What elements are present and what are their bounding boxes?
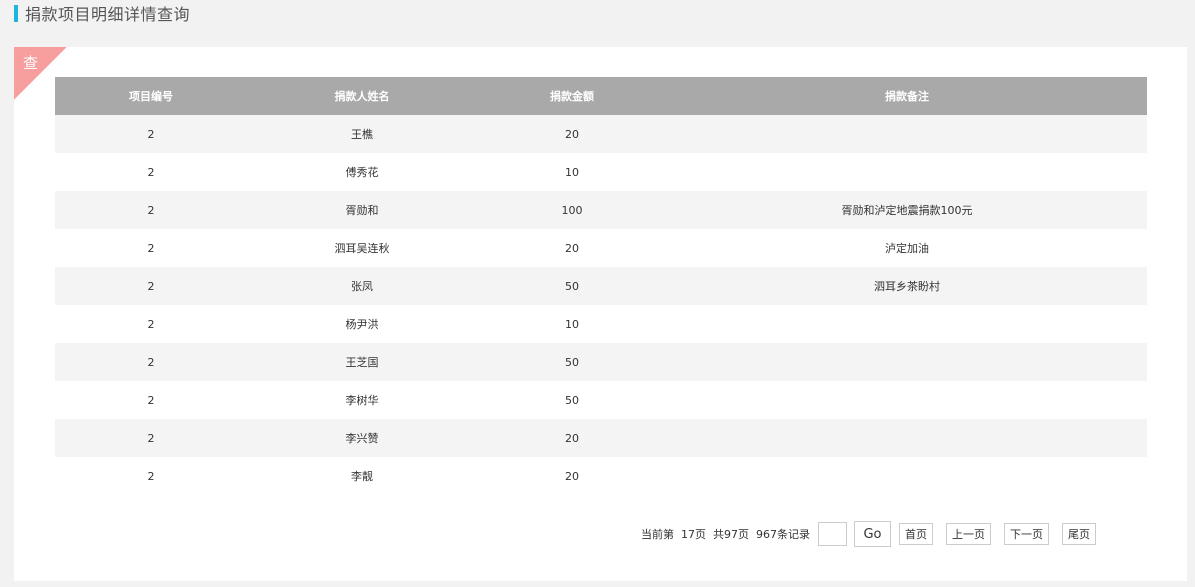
cell-project-id: 2 bbox=[55, 305, 247, 343]
cell-amount: 20 bbox=[477, 229, 667, 267]
cell-remark bbox=[667, 419, 1147, 457]
column-header-donor-name: 捐款人姓名 bbox=[247, 77, 477, 115]
corner-badge-label: 查 bbox=[23, 54, 39, 72]
cell-remark bbox=[667, 153, 1147, 191]
title-accent-bar bbox=[14, 4, 18, 22]
first-page-button[interactable]: 首页 bbox=[899, 523, 933, 545]
cell-project-id: 2 bbox=[55, 191, 247, 229]
table-row: 2 李树华 50 bbox=[55, 381, 1147, 419]
table-row: 2 傅秀花 10 bbox=[55, 153, 1147, 191]
cell-donor-name: 傅秀花 bbox=[247, 153, 477, 191]
cell-project-id: 2 bbox=[55, 115, 247, 153]
current-page-label: 当前第 bbox=[641, 528, 674, 541]
cell-remark bbox=[667, 115, 1147, 153]
table-row: 2 胥勋和 100 胥勋和泸定地震捐款100元 bbox=[55, 191, 1147, 229]
cell-donor-name: 杨尹洪 bbox=[247, 305, 477, 343]
column-header-project-id: 项目编号 bbox=[55, 77, 247, 115]
cell-donor-name: 李树华 bbox=[247, 381, 477, 419]
cell-amount: 10 bbox=[477, 153, 667, 191]
cell-donor-name: 李兴赞 bbox=[247, 419, 477, 457]
cell-remark bbox=[667, 343, 1147, 381]
cell-project-id: 2 bbox=[55, 343, 247, 381]
table-row: 2 杨尹洪 10 bbox=[55, 305, 1147, 343]
cell-amount: 20 bbox=[477, 457, 667, 495]
column-header-remark: 捐款备注 bbox=[667, 77, 1147, 115]
cell-project-id: 2 bbox=[55, 153, 247, 191]
cell-donor-name: 张凤 bbox=[247, 267, 477, 305]
table-row: 2 泗耳吴连秋 20 泸定加油 bbox=[55, 229, 1147, 267]
table-row: 2 李兴赞 20 bbox=[55, 419, 1147, 457]
cell-project-id: 2 bbox=[55, 381, 247, 419]
cell-amount: 20 bbox=[477, 115, 667, 153]
table-body: 2 王樵 20 2 傅秀花 10 2 胥勋和 100 胥勋和泸定地震捐款100元 2 泗耳吴连秋 20 泸… bbox=[55, 115, 1147, 495]
cell-amount: 50 bbox=[477, 343, 667, 381]
cell-remark bbox=[667, 457, 1147, 495]
cell-donor-name: 李靓 bbox=[247, 457, 477, 495]
table-header-row: 项目编号 捐款人姓名 捐款金额 捐款备注 bbox=[55, 77, 1147, 115]
cell-remark bbox=[667, 381, 1147, 419]
cell-amount: 10 bbox=[477, 305, 667, 343]
cell-remark bbox=[667, 305, 1147, 343]
go-button[interactable]: Go bbox=[854, 521, 891, 547]
total-pages: 共97页 bbox=[713, 528, 749, 541]
table-row: 2 王樵 20 bbox=[55, 115, 1147, 153]
table-row: 2 李靓 20 bbox=[55, 457, 1147, 495]
cell-project-id: 2 bbox=[55, 419, 247, 457]
table-row: 2 张凤 50 泗耳乡茶盼村 bbox=[55, 267, 1147, 305]
cell-amount: 50 bbox=[477, 267, 667, 305]
cell-donor-name: 胥勋和 bbox=[247, 191, 477, 229]
donation-table: 项目编号 捐款人姓名 捐款金额 捐款备注 2 王樵 20 2 傅秀花 10 2 胥勋和 100 胥… bbox=[55, 77, 1147, 495]
cell-donor-name: 泗耳吴连秋 bbox=[247, 229, 477, 267]
cell-project-id: 2 bbox=[55, 267, 247, 305]
query-panel: 查 项目编号 捐款人姓名 捐款金额 捐款备注 2 王樵 20 2 傅秀花 10 2 胥勋和 10… bbox=[14, 47, 1187, 581]
cell-remark: 泸定加油 bbox=[667, 229, 1147, 267]
total-records: 967条记录 bbox=[756, 528, 810, 541]
page-title: 捐款项目明细详情查询 bbox=[25, 5, 191, 24]
cell-remark: 胥勋和泸定地震捐款100元 bbox=[667, 191, 1147, 229]
prev-page-button[interactable]: 上一页 bbox=[946, 523, 991, 545]
cell-amount: 50 bbox=[477, 381, 667, 419]
current-page-value: 17页 bbox=[681, 528, 706, 541]
last-page-button[interactable]: 尾页 bbox=[1062, 523, 1096, 545]
cell-amount: 100 bbox=[477, 191, 667, 229]
pagination: 当前第 17页 共97页 967条记录 Go 首页 上一页 下一页 尾页 bbox=[641, 521, 1096, 547]
next-page-button[interactable]: 下一页 bbox=[1004, 523, 1049, 545]
page-header: 捐款项目明细详情查询 bbox=[14, 3, 191, 24]
cell-remark: 泗耳乡茶盼村 bbox=[667, 267, 1147, 305]
column-header-amount: 捐款金额 bbox=[477, 77, 667, 115]
cell-donor-name: 王樵 bbox=[247, 115, 477, 153]
table-row: 2 王芝国 50 bbox=[55, 343, 1147, 381]
cell-project-id: 2 bbox=[55, 229, 247, 267]
cell-amount: 20 bbox=[477, 419, 667, 457]
page-number-input[interactable] bbox=[818, 522, 847, 546]
cell-donor-name: 王芝国 bbox=[247, 343, 477, 381]
cell-project-id: 2 bbox=[55, 457, 247, 495]
